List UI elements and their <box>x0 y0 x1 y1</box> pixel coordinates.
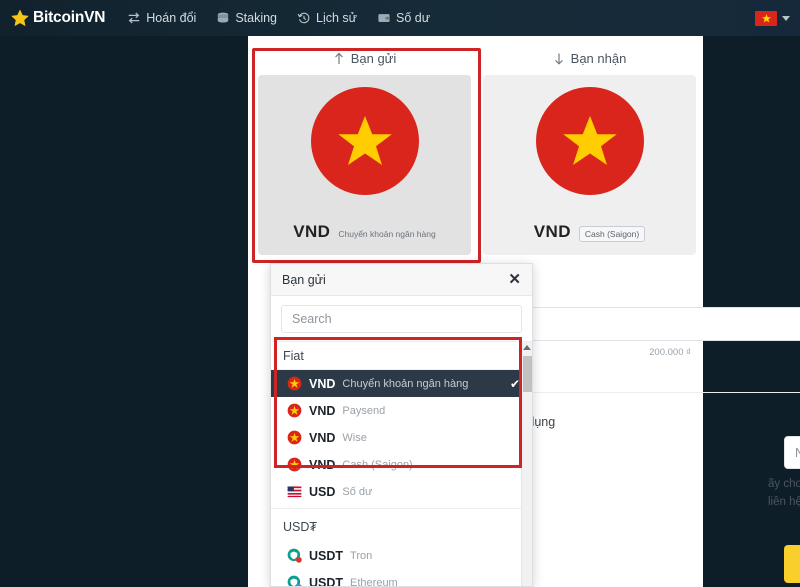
option-desc: Chuyển khoản ngân hàng <box>342 377 469 390</box>
send-card[interactable]: Bạn gửi VND Chuyển khoản ngân hàng <box>258 44 471 255</box>
amount-hint: 200.000 ₫ <box>649 347 691 358</box>
vietnam-flag-circle-icon <box>287 430 302 445</box>
nav-item-staking-label: Staking <box>235 11 278 25</box>
usdt-ethereum-icon <box>287 575 302 586</box>
vietnam-flag-circle-icon <box>310 87 419 195</box>
modal-list-scrollbar[interactable] <box>521 342 532 586</box>
option-desc: Số dư <box>342 485 373 498</box>
application-select-value: Nothing selected <box>795 445 800 460</box>
option-desc: Tron <box>350 549 373 562</box>
option-code: USD <box>309 484 336 499</box>
receive-card-method-badge: Cash (Saigon) <box>578 226 646 242</box>
nav-item-history-label: Lịch sử <box>316 11 358 25</box>
brand-logo[interactable]: BitcoinVN <box>10 8 105 28</box>
send-card-header: Bạn gửi <box>258 44 471 75</box>
option-code: VND <box>309 430 336 445</box>
group-header-usdt: USD₮ <box>283 520 318 534</box>
scrollbar-thumb[interactable] <box>523 356 532 392</box>
star-icon <box>10 8 30 28</box>
option-vnd-bank-transfer[interactable]: VND Chuyển khoản ngân hàng ✔ <box>271 370 532 397</box>
option-desc: Ethereum <box>350 576 398 587</box>
amount-input[interactable] <box>518 307 800 341</box>
application-select[interactable]: Nothing selected <box>784 436 800 469</box>
currency-option-list[interactable]: Fiat VND Chuyển khoản ngân hàng ✔ VND Pa… <box>271 341 532 586</box>
option-code: USDT <box>309 575 344 587</box>
option-desc: Wise <box>342 431 367 444</box>
language-selector[interactable] <box>755 10 790 26</box>
send-card-currency: VND <box>293 222 331 241</box>
nav-item-staking[interactable]: Staking <box>216 11 277 25</box>
nav-item-history[interactable]: Lịch sử <box>297 11 357 25</box>
receive-card[interactable]: Bạn nhận VND Cash (Saigon) <box>483 44 696 255</box>
currency-picker-modal: Bạn gửi ✕ Fiat VND Chuyển khoản ngân hàn… <box>270 263 533 587</box>
modal-title: Bạn gửi <box>282 272 326 287</box>
scroll-up-arrow-icon[interactable] <box>523 345 531 350</box>
vietnam-flag-circle-icon <box>287 376 302 391</box>
option-code: VND <box>309 457 336 472</box>
option-desc: Paysend <box>342 404 386 417</box>
modal-search-wrapper <box>271 296 532 341</box>
usdt-tron-icon <box>287 548 302 563</box>
option-vnd-paysend[interactable]: VND Paysend <box>271 397 532 424</box>
swap-icon <box>127 11 141 25</box>
option-vnd-wise[interactable]: VND Wise <box>271 424 532 451</box>
helper-text: ãy cho chúng tôi biết nơi liên hệ với bạ… <box>768 476 800 512</box>
option-code: USDT <box>309 548 344 563</box>
vietnam-flag-circle-icon <box>287 403 302 418</box>
nav-item-balance[interactable]: Số dư <box>377 11 430 25</box>
option-code: VND <box>309 403 336 418</box>
option-usdt-ethereum[interactable]: USDT Ethereum <box>271 569 532 586</box>
navbar: BitcoinVN Hoán đổi Staking Lịch sử Số dư <box>0 0 800 36</box>
nav-item-balance-label: Số dư <box>396 11 431 25</box>
vietnam-flag-circle-icon <box>287 457 302 472</box>
option-usd-balance[interactable]: USD Số dư <box>271 478 532 505</box>
receive-card-currency: VND <box>533 222 571 241</box>
exchange-cards: Bạn gửi VND Chuyển khoản ngân hàng Bạn n… <box>258 44 696 255</box>
brand-name: BitcoinVN <box>33 9 106 26</box>
check-icon: ✔ <box>509 376 520 391</box>
history-clock-icon <box>297 11 311 25</box>
helper-text-line1: ãy cho chúng tôi biết nơi <box>768 478 800 490</box>
option-vnd-cash-saigon[interactable]: VND Cash (Saigon) <box>271 451 532 478</box>
send-card-header-label: Bạn gửi <box>350 51 397 66</box>
modal-header: Bạn gửi ✕ <box>271 264 532 296</box>
nav-item-swap[interactable]: Hoán đổi <box>127 11 196 25</box>
send-card-body[interactable]: VND Chuyển khoản ngân hàng <box>258 75 471 255</box>
submit-button[interactable] <box>784 545 800 583</box>
nav-item-swap-label: Hoán đổi <box>146 11 197 25</box>
group-header-fiat: Fiat <box>271 342 532 370</box>
receive-card-currency-row: VND Cash (Saigon) <box>483 222 696 242</box>
send-card-method: Chuyển khoản ngân hàng <box>338 229 436 239</box>
form-divider <box>510 392 800 393</box>
option-usdt-tron[interactable]: USDT Tron <box>271 542 532 569</box>
nav-links: Hoán đổi Staking Lịch sử Số dư <box>127 11 430 25</box>
chevron-down-icon <box>782 15 790 21</box>
receive-card-header-label: Bạn nhận <box>570 51 627 66</box>
usa-flag-icon <box>287 484 302 499</box>
receive-card-header: Bạn nhận <box>483 44 696 75</box>
helper-text-line2: liên hệ với bạn. <box>768 495 800 508</box>
close-icon[interactable]: ✕ <box>508 272 521 287</box>
option-code: VND <box>309 376 336 391</box>
wallet-icon <box>377 11 391 25</box>
send-card-currency-row: VND Chuyển khoản ngân hàng <box>258 222 471 242</box>
arrow-up-icon <box>333 52 345 65</box>
coins-stack-icon <box>216 11 230 25</box>
receive-card-body[interactable]: VND Cash (Saigon) <box>483 75 696 255</box>
option-desc: Cash (Saigon) <box>342 458 413 471</box>
vietnam-flag-icon <box>755 10 777 26</box>
arrow-down-icon <box>553 52 565 65</box>
vietnam-flag-circle-icon <box>535 87 644 195</box>
search-input[interactable] <box>281 305 522 333</box>
